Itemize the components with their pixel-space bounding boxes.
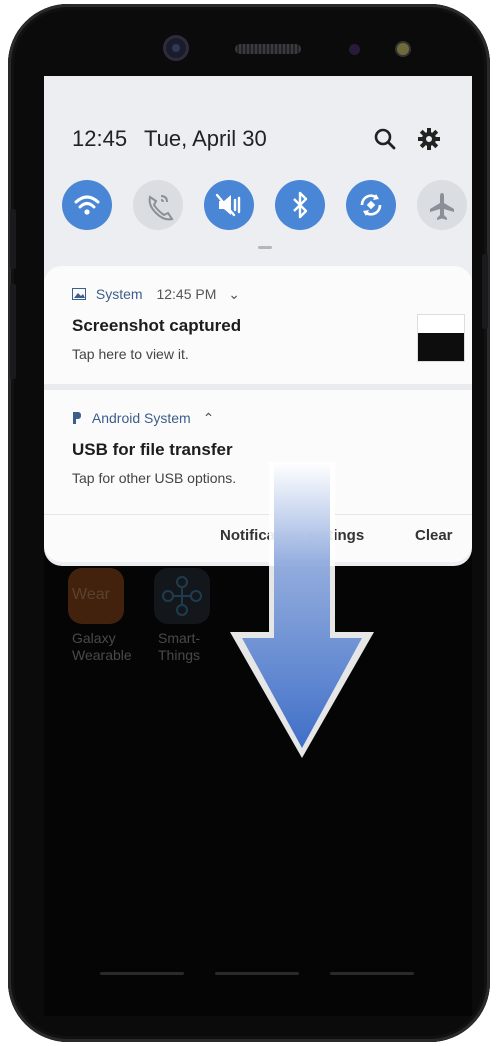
ambient-light-sensor [397, 43, 409, 55]
chevron-down-icon[interactable]: ⌄ [228, 286, 240, 302]
smartthings-app-icon[interactable] [154, 568, 210, 624]
android-system-icon [73, 412, 81, 424]
airplane-icon [430, 193, 454, 220]
quick-settings-row [62, 180, 467, 230]
notification-screenshot[interactable]: System 12:45 PM ⌄ Screenshot captured Ta… [44, 266, 472, 384]
smartthings-label: Smart- Things [158, 630, 201, 663]
notification-body: Tap here to view it. [72, 346, 189, 362]
earpiece-speaker [235, 44, 301, 54]
proximity-sensor [349, 44, 360, 55]
phone-frame: Wear Galaxy Wearable Smart- Things 12:45… [8, 4, 490, 1042]
power-button [482, 254, 488, 329]
screenshot-thumbnail[interactable] [417, 314, 465, 362]
mute-icon [215, 193, 241, 217]
quick-toggle-airplane-mode[interactable] [417, 180, 467, 230]
screen: Wear Galaxy Wearable Smart- Things 12:45… [44, 76, 472, 1016]
nav-recent-button[interactable] [100, 972, 184, 975]
nav-back-button[interactable] [330, 972, 414, 975]
bluetooth-icon [293, 191, 308, 219]
notification-app-name: Android System [91, 410, 191, 426]
gear-icon[interactable] [416, 126, 442, 152]
notification-header: Android System ⌃ [72, 410, 214, 427]
gallery-icon [72, 288, 86, 300]
wifi-calling-icon [148, 195, 174, 221]
galaxy-wearable-app-icon[interactable]: Wear [68, 568, 124, 624]
notification-title: Screenshot captured [72, 316, 242, 335]
search-icon[interactable] [372, 126, 398, 152]
nav-home-button[interactable] [215, 972, 299, 975]
notification-time: 12:45 PM [156, 286, 217, 302]
galaxy-wearable-label: Galaxy Wearable [72, 630, 132, 663]
quick-toggle-bluetooth[interactable] [275, 180, 325, 230]
quick-toggle-sound[interactable] [204, 180, 254, 230]
volume-up-button [10, 209, 16, 269]
app-tile-text: Wear [72, 586, 110, 603]
panel-header-icons [358, 126, 442, 157]
notification-title: USB for file transfer [72, 440, 233, 459]
panel-drag-handle[interactable] [258, 246, 272, 249]
notification-header: System 12:45 PM ⌄ [72, 286, 240, 303]
chevron-up-icon[interactable]: ⌃ [203, 410, 215, 426]
rotate-icon [360, 194, 382, 216]
smartthings-icon [162, 576, 202, 616]
navigation-bar [100, 972, 414, 976]
quick-toggle-wifi-calling[interactable] [133, 180, 183, 230]
notification-body: Tap for other USB options. [72, 470, 237, 486]
panel-header: 12:45 Tue, April 30 [72, 126, 452, 156]
front-camera [166, 38, 186, 58]
quick-toggle-wifi[interactable] [62, 180, 112, 230]
swipe-down-arrow [230, 462, 374, 758]
notification-app-name: System [95, 286, 143, 302]
clock: 12:45 [72, 126, 128, 151]
clear-button[interactable]: Clear [415, 527, 453, 544]
date: Tue, April 30 [144, 126, 267, 151]
volume-down-button [10, 284, 16, 379]
wifi-icon [74, 195, 100, 215]
quick-toggle-auto-rotate[interactable] [346, 180, 396, 230]
